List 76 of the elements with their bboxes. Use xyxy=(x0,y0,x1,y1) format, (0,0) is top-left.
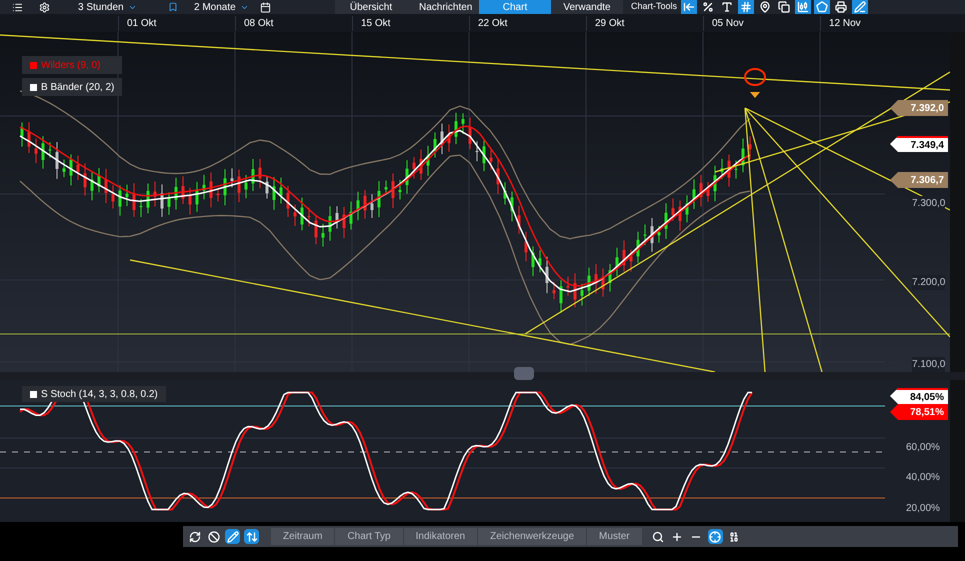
price-axis-label: 7.200,0 xyxy=(912,275,946,290)
back-button[interactable] xyxy=(681,0,698,14)
shape-icon xyxy=(816,1,828,13)
tab[interactable]: Verwandte xyxy=(551,0,623,14)
tab[interactable]: Chart xyxy=(479,0,551,14)
alert-circle-marker xyxy=(744,68,766,86)
up-down-button[interactable] xyxy=(244,529,259,544)
crosshair-button[interactable] xyxy=(708,529,723,544)
chart-tools-label: Chart-Tools xyxy=(631,0,678,14)
scrollbar-track[interactable] xyxy=(950,380,965,522)
interval-dropdown[interactable]: 3 Stunden xyxy=(78,0,148,14)
toolbar-tab[interactable]: Zeichenwerkzeuge xyxy=(478,528,588,545)
text-size-icon xyxy=(721,1,734,13)
price-tag: 7.306,7 xyxy=(890,172,948,188)
refresh-icon xyxy=(188,530,200,542)
toolbar-tab[interactable]: Zeitraum xyxy=(271,528,336,545)
price-axis-label: 7.100,0 xyxy=(912,357,946,372)
trend-line[interactable] xyxy=(524,71,950,335)
percent-axis-label: 20,00% xyxy=(906,502,940,516)
triangle-marker xyxy=(750,92,760,98)
bookmark-icon[interactable] xyxy=(168,2,178,12)
percent-icon xyxy=(702,1,714,13)
back-icon xyxy=(683,1,696,13)
zoom-in-icon xyxy=(671,530,684,542)
legend-label: B Bänder (20, 2) xyxy=(41,80,114,94)
price-tag: 84,05% xyxy=(890,388,948,404)
pin-icon xyxy=(759,1,772,13)
shape-button[interactable] xyxy=(814,0,830,14)
windows-icon xyxy=(778,1,790,13)
search-button[interactable] xyxy=(650,529,666,544)
search-icon xyxy=(652,530,664,542)
trend-line[interactable] xyxy=(0,34,950,91)
grid-icon xyxy=(740,1,752,13)
toolbar-tab[interactable]: Indikatoren xyxy=(404,528,478,545)
ban-icon xyxy=(208,530,220,542)
price-tag: 7.392,0 xyxy=(890,100,948,116)
date-label: 12 Nov xyxy=(820,16,937,30)
range-dropdown[interactable]: 2 Monate xyxy=(194,0,256,14)
percent-axis-label: 40,00% xyxy=(906,471,940,485)
printer-icon xyxy=(835,1,848,13)
date-label: 05 Nov xyxy=(703,16,820,30)
up-down-icon xyxy=(246,530,258,542)
ban-button[interactable] xyxy=(206,529,221,544)
date-label: 15 Okt xyxy=(352,16,469,30)
price-tag: 78,51% xyxy=(890,404,948,420)
windows-button[interactable] xyxy=(776,0,792,14)
settings-icon[interactable] xyxy=(39,2,50,12)
date-label: 22 Okt xyxy=(469,16,586,30)
date-label: 01 Okt xyxy=(118,16,235,30)
scrollbar-track[interactable] xyxy=(950,32,965,372)
legend-label: Wilders (9, 0) xyxy=(41,58,100,72)
candlestick-button[interactable] xyxy=(795,0,812,14)
price-tag: 7.349,4 xyxy=(890,136,948,152)
tab[interactable]: Nachrichten xyxy=(407,0,479,14)
refresh-button[interactable] xyxy=(187,529,202,544)
tab[interactable]: Übersicht xyxy=(335,0,407,14)
printer-button[interactable] xyxy=(833,0,850,14)
edit-button[interactable] xyxy=(852,0,868,14)
percent-axis-label: 60,00% xyxy=(906,441,940,455)
trend-line[interactable] xyxy=(130,259,716,372)
pencil-button[interactable] xyxy=(225,529,240,544)
legend-label: S Stoch (14, 3, 3, 0.8, 0.2) xyxy=(41,388,158,402)
numbers-icon xyxy=(728,530,740,542)
price-axis-label: 7.300,0 xyxy=(912,196,946,211)
toolbar-tab[interactable]: Chart Typ xyxy=(335,528,404,545)
date-label: 08 Okt xyxy=(235,16,352,30)
panel-resize-handle[interactable] xyxy=(514,367,534,380)
calendar-icon[interactable] xyxy=(260,2,271,12)
date-label: 29 Okt xyxy=(586,16,703,30)
edit-icon xyxy=(854,1,866,13)
toolbar-tab[interactable]: Muster xyxy=(587,528,643,545)
list-icon[interactable] xyxy=(12,2,23,12)
crosshair-icon xyxy=(709,530,722,542)
grid-button[interactable] xyxy=(738,0,754,14)
pencil-icon xyxy=(226,530,238,542)
candlestick-icon xyxy=(797,1,810,13)
